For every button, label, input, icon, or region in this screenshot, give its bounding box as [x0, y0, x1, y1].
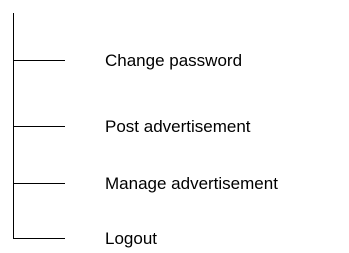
branch-connector-line	[13, 60, 65, 61]
menu-item-label-change-password: Change password	[105, 51, 243, 70]
menu-branch-change-password: Change password	[0, 50, 349, 72]
menu-branch-logout: Logout	[0, 228, 349, 250]
menu-branch-post-advertisement: Post advertisement	[0, 116, 349, 138]
branch-connector-line	[13, 183, 65, 184]
menu-tree-diagram: Change password Post advertisement Manag…	[0, 0, 349, 253]
branch-connector-line	[13, 238, 65, 239]
menu-branch-manage-advertisement: Manage advertisement	[0, 173, 349, 195]
branch-connector-line	[13, 126, 65, 127]
menu-item-label-logout: Logout	[105, 229, 157, 248]
menu-item-label-manage-advertisement: Manage advertisement	[105, 174, 278, 193]
menu-item-label-post-advertisement: Post advertisement	[105, 117, 251, 136]
